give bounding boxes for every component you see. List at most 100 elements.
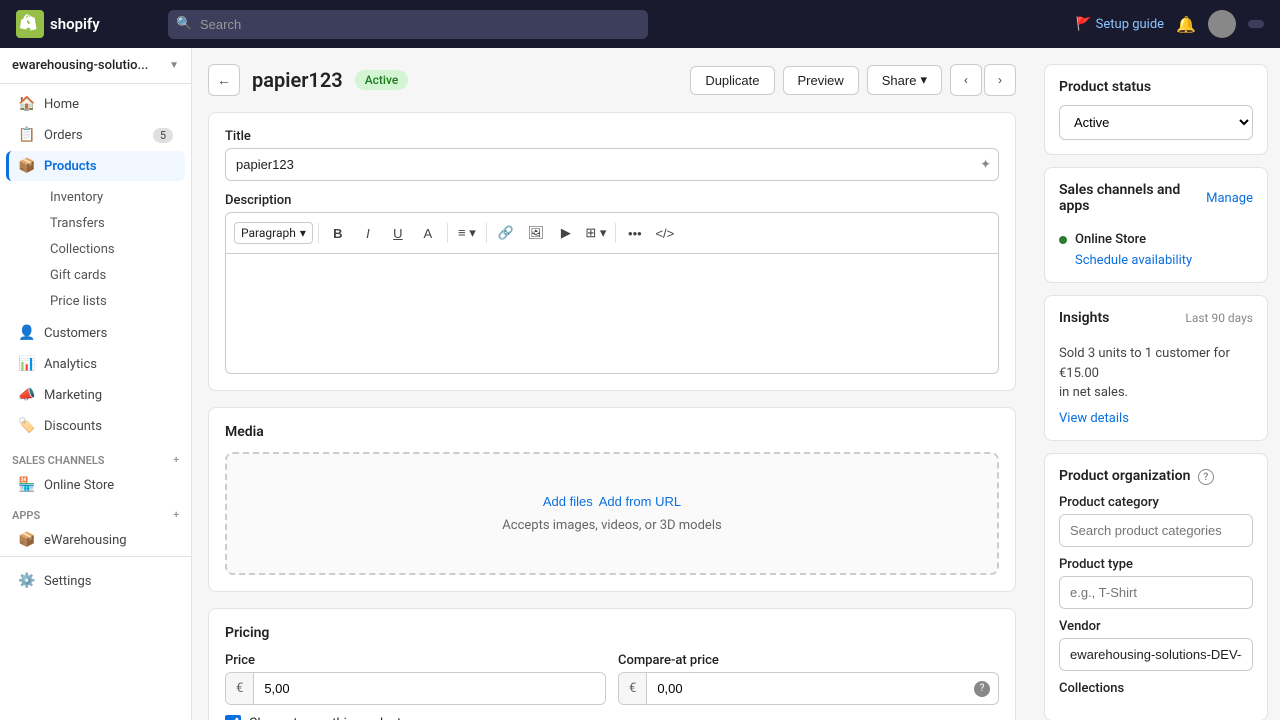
shopify-logo: shopify <box>16 10 156 38</box>
back-button[interactable]: ← <box>208 64 240 96</box>
sidebar-item-transfers[interactable]: Transfers <box>42 211 185 236</box>
setup-guide-link[interactable]: 🚩 Setup guide <box>1075 17 1164 32</box>
logo-text: shopify <box>50 15 100 33</box>
paragraph-select[interactable]: Paragraph ▾ <box>234 222 313 244</box>
add-from-url-button[interactable]: Add from URL <box>599 494 681 509</box>
sidebar-item-analytics-label: Analytics <box>44 357 97 372</box>
code-button[interactable]: </> <box>651 219 679 247</box>
table-button[interactable]: ⊞ ▾ <box>582 219 610 247</box>
type-input[interactable] <box>1059 576 1253 609</box>
compare-help-icon[interactable]: ? <box>974 681 990 697</box>
category-label: Product category <box>1059 495 1253 510</box>
online-store-channel: Online Store <box>1059 232 1253 247</box>
description-label: Description <box>225 193 999 208</box>
main-layout: ewarehousing-solutio... ▼ 🏠 Home 📋 Order… <box>0 48 1280 720</box>
store-indicator <box>1248 20 1264 28</box>
collections-label: Collections <box>1059 681 1253 696</box>
compare-input-wrap: € ? <box>618 672 999 705</box>
pricing-title: Pricing <box>225 625 999 641</box>
product-org-card: Product organization ? Product category … <box>1044 453 1268 720</box>
charge-tax-label: Charge tax on this product <box>249 716 401 720</box>
insights-title: Insights <box>1059 310 1109 326</box>
vendor-input[interactable] <box>1059 638 1253 671</box>
search-bar: 🔍 <box>168 10 648 39</box>
sidebar-item-orders[interactable]: 📋 Orders 5 <box>6 120 185 150</box>
nav-arrows: ‹ › <box>950 64 1016 96</box>
product-status-select[interactable]: Active Draft <box>1059 105 1253 140</box>
view-details-link[interactable]: View details <box>1059 411 1253 426</box>
manage-link[interactable]: Manage <box>1206 191 1253 206</box>
video-button[interactable]: ▶ <box>552 219 580 247</box>
editor-toolbar: Paragraph ▾ B I U A ≡ ▾ 🔗 🖼 ▶ ⊞ ▾ ••• </… <box>225 212 999 254</box>
share-button[interactable]: Share ▾ <box>867 65 942 95</box>
sidebar-item-ewarehousing[interactable]: 📦 eWarehousing <box>6 525 185 555</box>
apps-expand-icon[interactable]: + <box>174 510 180 521</box>
next-arrow[interactable]: › <box>984 64 1016 96</box>
insights-text: Sold 3 units to 1 customer for €15.00 in… <box>1059 344 1253 403</box>
flag-icon: 🚩 <box>1075 17 1091 32</box>
divider-4 <box>615 223 616 243</box>
schedule-link[interactable]: Schedule availability <box>1075 253 1192 268</box>
paragraph-label: Paragraph <box>241 226 296 240</box>
sidebar-item-analytics[interactable]: 📊 Analytics <box>6 349 185 379</box>
channels-title: Sales channels and apps <box>1059 182 1206 214</box>
divider-2 <box>447 223 448 243</box>
divider-1 <box>318 223 319 243</box>
text-color-button[interactable]: A <box>414 219 442 247</box>
notifications-bell[interactable]: 🔔 <box>1176 15 1196 34</box>
sidebar-item-home[interactable]: 🏠 Home <box>6 89 185 119</box>
prev-arrow[interactable]: ‹ <box>950 64 982 96</box>
sidebar: ewarehousing-solutio... ▼ 🏠 Home 📋 Order… <box>0 48 192 720</box>
media-dropzone[interactable]: Add files Add from URL Accepts images, v… <box>225 452 999 575</box>
product-status-title: Product status <box>1059 79 1253 95</box>
sidebar-item-online-store-label: Online Store <box>44 478 114 493</box>
store-selector[interactable]: ewarehousing-solutio... ▼ <box>0 48 191 84</box>
sidebar-item-discounts[interactable]: 🏷️ Discounts <box>6 411 185 441</box>
image-button[interactable]: 🖼 <box>522 219 550 247</box>
sidebar-item-customers-label: Customers <box>44 326 107 341</box>
search-input[interactable] <box>168 10 648 39</box>
price-input[interactable] <box>254 673 605 704</box>
collections-section: Collections <box>1059 681 1253 696</box>
bold-button[interactable]: B <box>324 219 352 247</box>
sidebar-item-gift-cards[interactable]: Gift cards <box>42 263 185 288</box>
title-input[interactable] <box>225 148 999 181</box>
sidebar-item-marketing[interactable]: 📣 Marketing <box>6 380 185 410</box>
editor-body[interactable] <box>225 254 999 374</box>
share-label: Share <box>882 73 917 88</box>
link-button[interactable]: 🔗 <box>492 219 520 247</box>
sidebar-main-section: 🏠 Home 📋 Orders 5 📦 Products Inventory T… <box>0 84 191 446</box>
chevron-down-icon: ▾ <box>300 226 306 240</box>
sidebar-item-customers[interactable]: 👤 Customers <box>6 318 185 348</box>
nav-right: 🚩 Setup guide 🔔 <box>1075 10 1264 38</box>
charge-tax-checkbox[interactable] <box>225 715 241 720</box>
compare-label: Compare-at price <box>618 653 999 668</box>
status-badge: Active <box>355 70 409 90</box>
italic-button[interactable]: I <box>354 219 382 247</box>
org-help-icon[interactable]: ? <box>1198 469 1214 485</box>
preview-button[interactable]: Preview <box>783 66 859 95</box>
user-avatar[interactable] <box>1208 10 1236 38</box>
sidebar-item-inventory[interactable]: Inventory <box>42 185 185 210</box>
sidebar-item-settings[interactable]: ⚙️ Settings <box>6 566 185 596</box>
insights-period: Last 90 days <box>1185 311 1253 325</box>
duplicate-button[interactable]: Duplicate <box>690 66 774 95</box>
category-input[interactable] <box>1059 514 1253 547</box>
add-files-button[interactable]: Add files <box>543 494 593 509</box>
underline-button[interactable]: U <box>384 219 412 247</box>
media-links: Add files Add from URL <box>543 494 681 509</box>
title-label: Title <box>225 129 999 144</box>
orders-badge: 5 <box>153 128 173 143</box>
sidebar-item-home-label: Home <box>44 97 79 112</box>
expand-icon[interactable]: + <box>174 455 180 466</box>
product-status-card: Product status Active Draft <box>1044 64 1268 155</box>
sales-channels-label: Sales channels + <box>0 446 191 469</box>
sidebar-item-products[interactable]: 📦 Products <box>6 151 185 181</box>
sidebar-item-collections[interactable]: Collections <box>42 237 185 262</box>
more-button[interactable]: ••• <box>621 219 649 247</box>
sidebar-item-price-lists[interactable]: Price lists <box>42 289 185 314</box>
online-store-dot <box>1059 236 1067 244</box>
sidebar-item-online-store[interactable]: 🏪 Online Store <box>6 470 185 500</box>
compare-input[interactable] <box>647 673 966 704</box>
align-button[interactable]: ≡ ▾ <box>453 219 481 247</box>
